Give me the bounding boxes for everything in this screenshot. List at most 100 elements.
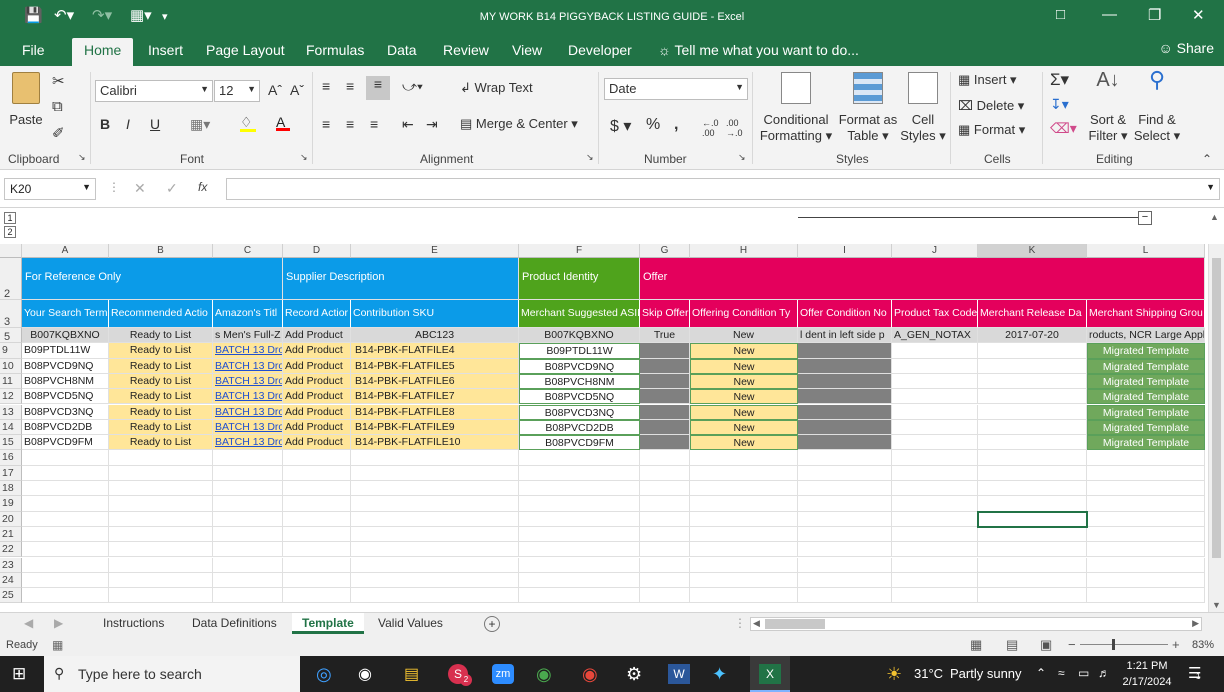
grid-cell[interactable] — [978, 481, 1087, 497]
grid-cell[interactable] — [798, 542, 892, 558]
camera-icon[interactable]: ◉ — [358, 664, 372, 684]
grid-cell[interactable] — [22, 481, 109, 497]
grid-cell[interactable] — [978, 465, 1087, 481]
table-cell-h[interactable]: New — [690, 358, 798, 374]
grid-cell[interactable] — [351, 588, 519, 604]
vertical-scrollbar[interactable]: ▼ — [1208, 244, 1224, 612]
file-explorer-icon[interactable]: ▤ — [404, 664, 419, 684]
grid-cell[interactable] — [109, 588, 213, 604]
close-icon[interactable]: ✕ — [1192, 6, 1205, 24]
decrease-decimal-icon[interactable]: .00 →.0 — [726, 118, 743, 138]
row-header-25[interactable]: 25 — [0, 588, 22, 604]
example-cell-i[interactable]: l dent in left side p — [798, 328, 892, 344]
snipping-tool-icon[interactable]: ✦ — [712, 664, 727, 685]
grid-cell[interactable] — [798, 465, 892, 481]
grid-cell[interactable] — [978, 542, 1087, 558]
grid-cell[interactable] — [283, 481, 351, 497]
weather-desc[interactable]: Partly sunny — [950, 666, 1022, 681]
horizontal-scroll-thumb[interactable] — [765, 619, 825, 629]
orientation-icon[interactable]: ⤻▾ — [402, 78, 423, 95]
table-cell-d[interactable]: Add Product — [283, 389, 351, 405]
row-header-3[interactable]: 3 — [0, 300, 22, 328]
grid-cell[interactable] — [22, 450, 109, 466]
grid-cell[interactable] — [213, 481, 283, 497]
insert-cells-button[interactable]: ▦ Insert ▾ — [958, 72, 1017, 88]
grid-cell[interactable] — [351, 511, 519, 527]
table-cell-h[interactable]: New — [690, 419, 798, 436]
borders-icon[interactable]: ▦▾ — [190, 116, 210, 133]
table-cell-d[interactable]: Add Product — [283, 435, 351, 451]
tab-formulas[interactable]: Formulas — [306, 42, 364, 58]
table-cell-h[interactable]: New — [690, 343, 798, 359]
table-cell-l[interactable]: Migrated Template — [1087, 435, 1205, 451]
grid-cell[interactable] — [690, 481, 798, 497]
table-cell-empty[interactable] — [978, 419, 1087, 436]
table-cell-l[interactable]: Migrated Template — [1087, 358, 1205, 374]
table-cell-empty[interactable] — [798, 419, 892, 436]
grid-cell[interactable] — [640, 465, 690, 481]
grid-cell[interactable] — [109, 496, 213, 512]
grid-cell[interactable] — [283, 572, 351, 589]
row-header-19[interactable]: 19 — [0, 496, 22, 512]
row-header-15[interactable]: 15 — [0, 435, 22, 451]
grid-cell[interactable] — [798, 481, 892, 497]
grid-cell[interactable] — [22, 465, 109, 481]
confirm-entry-icon[interactable]: ✓ — [166, 180, 178, 197]
collapse-ribbon-icon[interactable]: ⌃ — [1202, 152, 1212, 166]
grow-font-icon[interactable]: Aˆ — [268, 82, 282, 98]
align-right-icon[interactable]: ≡ — [370, 116, 378, 132]
column-header-a[interactable]: A — [22, 244, 109, 258]
grid-cell[interactable] — [109, 526, 213, 543]
cell-styles-button[interactable]: Cell Styles ▾ — [900, 72, 946, 144]
grid-cell[interactable] — [892, 572, 978, 589]
grid-cell[interactable] — [109, 542, 213, 558]
table-cell-a[interactable]: B08PVCD9FM — [22, 435, 109, 451]
grid-cell[interactable] — [892, 465, 978, 481]
table-cell-empty[interactable] — [798, 389, 892, 405]
row-header-24[interactable]: 24 — [0, 572, 22, 589]
grid-cell[interactable] — [109, 511, 213, 527]
grid-cell[interactable] — [213, 572, 283, 589]
align-middle-icon[interactable]: ≡ — [346, 78, 354, 94]
font-name-combo[interactable]: Calibri ▼ — [95, 80, 213, 102]
number-launcher-icon[interactable]: ↘ — [738, 152, 746, 163]
excel-taskbar-button[interactable]: X — [750, 656, 790, 692]
grid-cell[interactable] — [213, 511, 283, 527]
grid-cell[interactable] — [519, 557, 640, 573]
table-cell-l[interactable]: Migrated Template — [1087, 404, 1205, 420]
table-cell-a[interactable]: B08PVCD5NQ — [22, 389, 109, 405]
grid-cell[interactable] — [978, 526, 1087, 543]
table-cell-d[interactable]: Add Product — [283, 358, 351, 374]
format-as-table-button[interactable]: Format as Table ▾ — [836, 72, 900, 144]
example-cell-k[interactable]: 2017-07-20 — [978, 328, 1087, 344]
comma-button[interactable]: , — [674, 116, 678, 134]
table-cell-f[interactable]: B08PVCD9NQ — [519, 358, 640, 374]
delete-cells-button[interactable]: ⌧ Delete ▾ — [958, 98, 1024, 114]
grid-cell[interactable] — [283, 588, 351, 604]
restore-icon[interactable]: ❐ — [1148, 6, 1161, 24]
cancel-entry-icon[interactable]: ✕ — [134, 180, 146, 197]
table-cell-e[interactable]: B14-PBK-FLATFILE5 — [351, 358, 519, 374]
grid-cell[interactable] — [519, 511, 640, 527]
table-cell-b[interactable]: Ready to List — [109, 389, 213, 405]
zoom-in-icon[interactable]: + — [1172, 637, 1180, 652]
example-cell-b[interactable]: Ready to List — [109, 328, 213, 344]
align-left-icon[interactable]: ≡ — [322, 116, 330, 132]
table-cell-empty[interactable] — [640, 435, 690, 451]
table-cell-empty[interactable] — [798, 343, 892, 359]
grid-cell[interactable] — [1087, 542, 1205, 558]
autosum-icon[interactable]: Σ▾ — [1050, 70, 1069, 90]
ribbon-display-icon[interactable]: □ — [1056, 6, 1065, 23]
column-header-l[interactable]: L — [1087, 244, 1205, 258]
grid-cell[interactable] — [798, 496, 892, 512]
example-cell-h[interactable]: New — [690, 328, 798, 344]
grid-cell[interactable] — [22, 542, 109, 558]
table-cell-d[interactable]: Add Product — [283, 373, 351, 390]
select-all-corner[interactable] — [0, 244, 22, 258]
table-cell-c[interactable]: BATCH 13 Dro — [213, 373, 283, 390]
vertical-scroll-thumb[interactable] — [1212, 258, 1221, 558]
percent-button[interactable]: % — [646, 116, 660, 134]
row-header-17[interactable]: 17 — [0, 465, 22, 481]
grid-cell[interactable] — [109, 557, 213, 573]
table-cell-b[interactable]: Ready to List — [109, 343, 213, 359]
